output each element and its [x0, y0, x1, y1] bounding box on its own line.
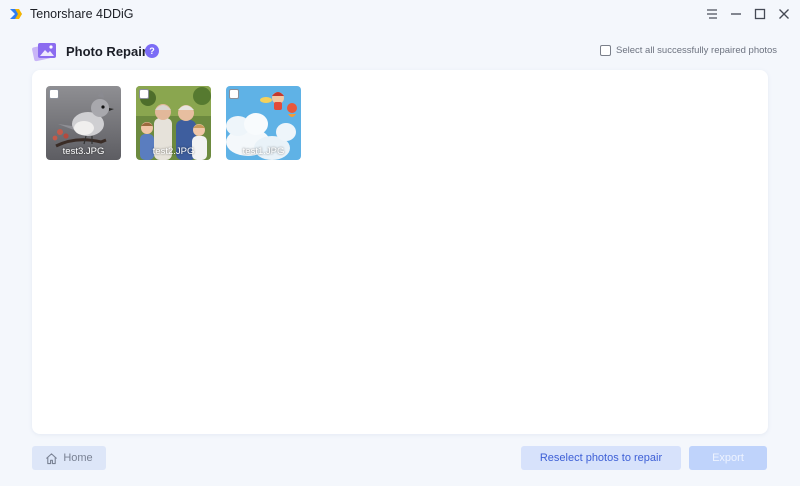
app-logo-icon — [10, 9, 22, 19]
photo-checkbox[interactable] — [229, 89, 239, 99]
maximize-icon — [754, 8, 766, 20]
photo-thumbnail[interactable]: test2.JPG — [136, 86, 211, 160]
photo-filename: test1.JPG — [242, 146, 285, 157]
home-icon — [46, 452, 58, 464]
select-all-label: Select all successfully repaired photos — [616, 45, 778, 56]
photo-checkbox[interactable] — [49, 89, 59, 99]
photo-filename: test3.JPG — [62, 146, 105, 157]
photo-thumbnail[interactable]: test1.JPG — [226, 86, 301, 160]
photo-repair-icon — [32, 43, 56, 62]
minimize-button[interactable] — [726, 4, 746, 24]
photo-filename: test2.JPG — [152, 146, 195, 157]
select-all-repaired-checkbox[interactable]: Select all successfully repaired photos — [600, 45, 777, 56]
menu-button[interactable] — [702, 4, 722, 24]
export-button[interactable]: Export — [689, 446, 767, 470]
hamburger-icon — [707, 9, 717, 19]
reselect-button-label: Reselect photos to repair — [539, 452, 663, 464]
minimize-icon — [731, 13, 741, 15]
app-title: Tenorshare 4DDiG — [30, 7, 134, 21]
photo-list-panel: test3.JPG test2.JPG test1.JPG — [32, 70, 768, 434]
close-icon — [779, 9, 789, 19]
photo-thumbnail[interactable]: test3.JPG — [46, 86, 121, 160]
home-button[interactable]: Home — [32, 446, 106, 470]
home-button-label: Home — [63, 452, 93, 464]
help-icon[interactable]: ? — [145, 44, 159, 58]
maximize-button[interactable] — [750, 4, 770, 24]
select-all-checkbox-box[interactable] — [600, 45, 611, 56]
reselect-photos-button[interactable]: Reselect photos to repair — [521, 446, 681, 470]
photo-checkbox[interactable] — [139, 89, 149, 99]
page-title: Photo Repair — [66, 44, 147, 59]
export-button-label: Export — [712, 452, 744, 464]
title-bar: Tenorshare 4DDiG — [0, 0, 800, 30]
close-button[interactable] — [774, 4, 794, 24]
